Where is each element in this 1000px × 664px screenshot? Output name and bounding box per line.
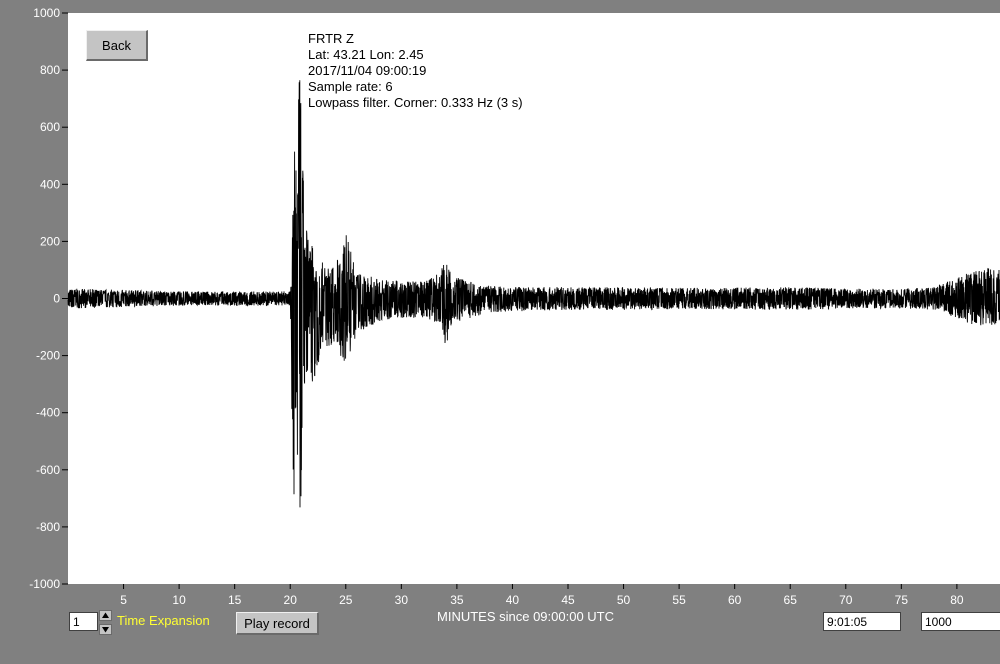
x-tick-label: 30 [395,593,409,607]
x-tick-label: 70 [839,593,853,607]
time-readout[interactable] [823,612,901,631]
y-axis: 1000 800 600 400 200 0 -200 -400 -600 -800 -1000 [29,6,68,591]
filter-description: Lowpass filter. Corner: 0.333 Hz (3 s) [308,95,523,110]
back-button[interactable]: Back [86,30,148,61]
y-tick-label: -800 [36,520,60,534]
y-tick-label: -600 [36,463,60,477]
play-record-button[interactable]: Play record [236,612,319,635]
x-tick-label: 80 [950,593,964,607]
y-tick-label: -200 [36,349,60,363]
y-tick-label: 1000 [33,6,60,20]
time-expansion-increase-button[interactable] [99,610,112,621]
x-tick-label: 5 [120,593,127,607]
time-expansion-decrease-button[interactable] [99,624,112,635]
x-tick-label: 75 [895,593,909,607]
station-info: FRTR Z Lat: 43.21 Lon: 2.45 2017/11/04 0… [308,31,523,110]
x-tick-label: 40 [506,593,520,607]
x-tick-label: 20 [284,593,298,607]
waveform-line [67,80,1000,508]
x-axis-label: MINUTES since 09:00:00 UTC [437,609,615,624]
x-tick-label: 50 [617,593,631,607]
x-tick-label: 10 [172,593,186,607]
triangle-up-icon [102,612,109,618]
triangle-down-icon [102,627,109,633]
y-tick-label: 200 [40,234,60,248]
time-expansion-label: Time Expansion [117,613,210,628]
x-tick-label: 45 [561,593,575,607]
x-tick-label: 25 [339,593,353,607]
y-tick-label: 800 [40,63,60,77]
station-name: FRTR Z [308,31,354,46]
x-tick-label: 35 [450,593,464,607]
x-tick-label: 60 [728,593,742,607]
x-axis: 5101520253035404550556065707580859 [120,584,964,607]
y-tick-label: -1000 [29,577,60,591]
seismogram-chart: 1000 800 600 400 200 0 -200 -400 -600 -800 -1000 5… [29,6,1000,607]
y-tick-label: 0 [53,292,60,306]
y-tick-label: -400 [36,406,60,420]
record-start-time: 2017/11/04 09:00:19 [308,63,426,78]
x-tick-label: 15 [228,593,242,607]
sample-rate: Sample rate: 6 [308,79,393,94]
y-tick-label: 600 [40,120,60,134]
waveform-trace [67,80,1000,508]
amplitude-scale-readout[interactable] [921,612,1000,631]
x-tick-label: 55 [672,593,686,607]
time-expansion-input[interactable] [69,612,98,631]
station-location: Lat: 43.21 Lon: 2.45 [308,47,424,62]
y-tick-label: 400 [40,177,60,191]
x-tick-label: 65 [784,593,798,607]
